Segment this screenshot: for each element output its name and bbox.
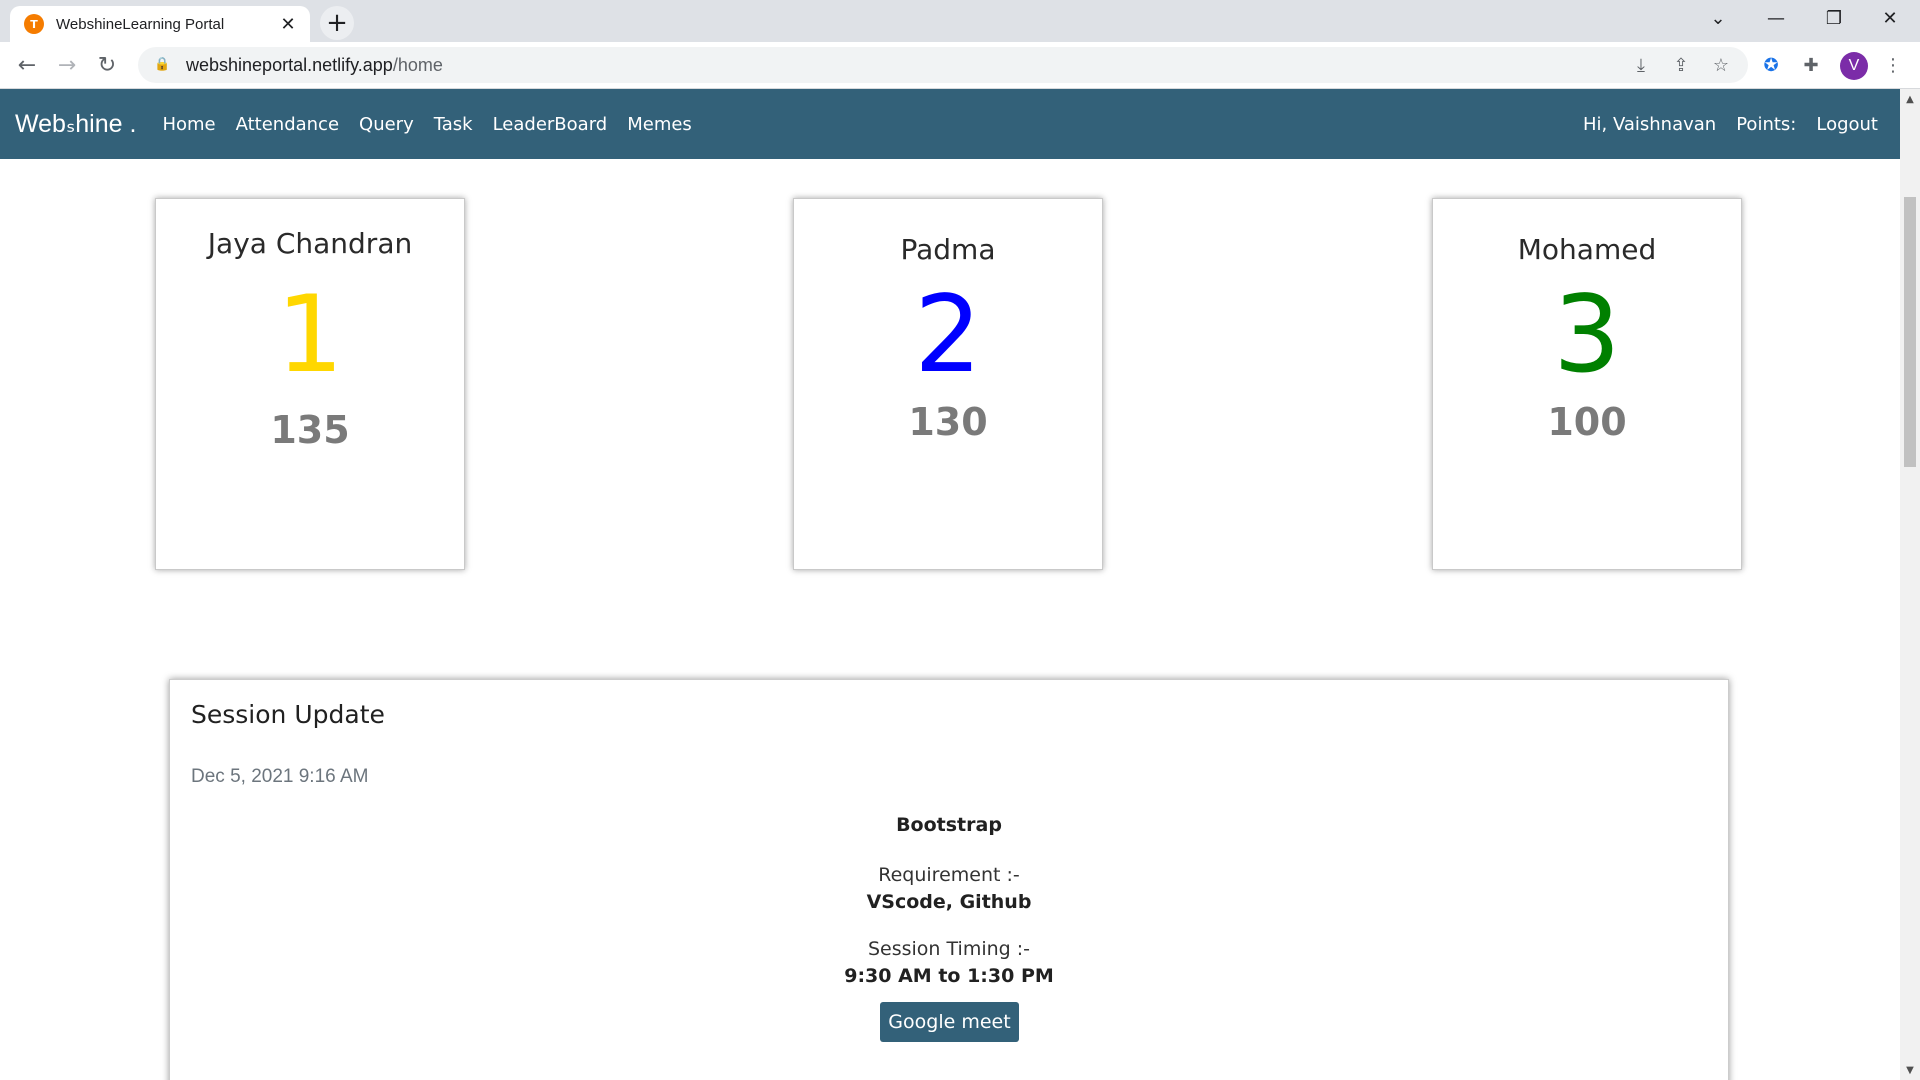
tab-search-icon[interactable]: ⌄ — [1690, 0, 1746, 36]
session-date: Dec 5, 2021 9:16 AM — [191, 766, 369, 787]
leader-card-2: Padma 2 130 — [793, 198, 1103, 570]
leader-points: 135 — [270, 408, 350, 452]
leader-card-3: Mohamed 3 100 — [1432, 198, 1742, 570]
nav-leaderboard[interactable]: LeaderBoard — [493, 114, 608, 135]
leader-name: Mohamed — [1517, 233, 1657, 266]
leader-name: Padma — [900, 233, 996, 266]
timing-value: 9:30 AM to 1:30 PM — [844, 965, 1054, 987]
browser-tab[interactable]: T WebshineLearning Portal ✕ — [10, 6, 310, 42]
requirement-label: Requirement :- — [878, 864, 1020, 886]
requirement-value: VScode, Github — [866, 891, 1032, 913]
extensions-puzzle-icon[interactable]: ✚ — [1796, 50, 1826, 80]
url-host: webshineportal.netlify.app — [186, 54, 393, 75]
leader-rank: 1 — [276, 273, 344, 396]
scroll-thumb[interactable] — [1904, 197, 1916, 467]
session-title: Session Update — [191, 700, 385, 729]
share-icon[interactable]: ⇪ — [1666, 50, 1696, 80]
lock-icon: 🔒 — [154, 57, 171, 72]
minimize-button[interactable]: — — [1748, 0, 1804, 36]
bookmark-star-icon[interactable]: ☆ — [1706, 50, 1736, 80]
page-viewport: Webₛhine . Home Attendance Query Task Le… — [0, 89, 1900, 1080]
timing-label: Session Timing :- — [867, 938, 1031, 960]
scroll-up-arrow-icon[interactable]: ▲ — [1900, 91, 1920, 107]
session-update-card: Session Update Dec 5, 2021 9:16 AM Boots… — [169, 679, 1729, 1080]
nav-home[interactable]: Home — [162, 114, 215, 135]
reload-icon[interactable]: ↻ — [92, 50, 122, 80]
nav-attendance[interactable]: Attendance — [236, 114, 339, 135]
brand-logo[interactable]: Webₛhine . — [15, 109, 136, 139]
tab-title: WebshineLearning Portal — [56, 15, 225, 33]
scroll-down-arrow-icon[interactable]: ▼ — [1900, 1062, 1920, 1078]
profile-avatar[interactable]: V — [1840, 52, 1868, 80]
install-icon[interactable]: ⤓ — [1626, 50, 1656, 80]
points-label: Points: — [1736, 113, 1797, 135]
address-bar[interactable]: 🔒 webshineportal.netlify.app/home — [138, 47, 1748, 83]
user-greeting: Hi, Vaishnavan — [1582, 113, 1717, 135]
leader-points: 100 — [1547, 400, 1627, 444]
nav-query[interactable]: Query — [359, 114, 414, 135]
favicon-icon: T — [24, 14, 44, 34]
nav-memes[interactable]: Memes — [627, 114, 692, 135]
close-window-button[interactable]: ✕ — [1862, 0, 1918, 36]
session-topic: Bootstrap — [896, 814, 1002, 836]
tab-strip: T WebshineLearning Portal ✕ + ⌄ — ❐ ✕ — [0, 0, 1920, 42]
nav-user-area: Hi, Vaishnavan Points: Logout — [1563, 89, 1878, 159]
forward-icon[interactable]: → — [52, 50, 82, 80]
restore-button[interactable]: ❐ — [1806, 0, 1862, 36]
logout-link[interactable]: Logout — [1816, 114, 1878, 135]
new-tab-button[interactable]: + — [320, 6, 354, 40]
back-icon[interactable]: ← — [12, 50, 42, 80]
leader-rank: 3 — [1553, 273, 1621, 396]
url-path: /home — [392, 54, 443, 75]
browser-menu-icon[interactable]: ⋮ — [1878, 50, 1908, 80]
leader-card-1: Jaya Chandran 1 135 — [155, 198, 465, 570]
url-text: webshineportal.netlify.app/home — [186, 55, 443, 76]
leader-points: 130 — [908, 400, 988, 444]
leader-name: Jaya Chandran — [207, 227, 413, 260]
browser-toolbar: ← → ↻ 🔒 webshineportal.netlify.app/home … — [0, 42, 1920, 89]
close-tab-icon[interactable]: ✕ — [276, 14, 300, 35]
site-navbar: Webₛhine . Home Attendance Query Task Le… — [0, 89, 1900, 159]
google-meet-button[interactable]: Google meet — [880, 1002, 1019, 1042]
page-scrollbar[interactable]: ▲ ▼ — [1900, 89, 1920, 1080]
nav-task[interactable]: Task — [434, 114, 473, 135]
leader-rank: 2 — [914, 273, 982, 396]
extension-globe-icon[interactable]: ✪ — [1756, 50, 1786, 80]
